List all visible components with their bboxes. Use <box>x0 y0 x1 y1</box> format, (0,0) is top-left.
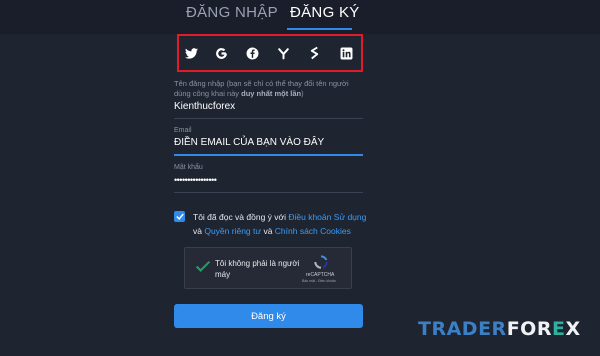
recaptcha-brand: reCAPTCHA <box>306 272 335 278</box>
help-text-suffix: ) <box>301 89 304 98</box>
auth-tabs-header: ĐĂNG NHẬP ĐĂNG KÝ <box>0 0 600 34</box>
facebook-icon[interactable] <box>244 45 260 61</box>
watermark-part-4: X <box>565 318 581 340</box>
email-field[interactable]: ĐIỀN EMAIL CỦA BẠN VÀO ĐÂY <box>174 137 324 148</box>
terms-of-use-link[interactable]: Điều khoản Sử dụng <box>288 212 366 222</box>
terms-text-2: và <box>193 226 205 236</box>
recaptcha-terms[interactable]: Bảo mật - Điều khoản <box>302 279 336 283</box>
traderforex-watermark: TRADERFOREX <box>418 318 581 340</box>
password-field[interactable]: •••••••••••••••• <box>174 175 217 185</box>
terms-text-1: Tôi đã đọc và đồng ý với <box>193 212 289 222</box>
captcha-label: Tôi không phải là người máy <box>215 259 300 279</box>
password-label: Mật khẩu <box>174 164 203 171</box>
username-underline <box>174 118 363 119</box>
tab-register[interactable]: ĐĂNG KÝ <box>290 4 360 21</box>
watermark-part-1: TRADER <box>418 318 507 340</box>
username-help-text: Tên đăng nhập (bạn sẽ chỉ có thể thay đổ… <box>174 79 364 99</box>
email-underline <box>174 154 363 156</box>
watermark-part-2: FOR <box>506 318 552 340</box>
recaptcha-widget: Tôi không phải là người máy reCAPTCHA Bả… <box>184 247 352 289</box>
username-field[interactable]: Kienthucforex <box>174 101 235 112</box>
email-label: Email <box>174 127 192 134</box>
terms-agreement: Tôi đã đọc và đồng ý với Điều khoản Sử d… <box>193 210 368 238</box>
watermark-part-3: E <box>551 318 566 340</box>
help-text-bold: duy nhất một lần <box>241 89 302 98</box>
linkedin-icon[interactable] <box>338 45 354 61</box>
checkmark-icon <box>175 213 184 220</box>
google-icon[interactable] <box>213 45 229 61</box>
recaptcha-logo-icon <box>313 254 329 270</box>
terms-checkbox[interactable] <box>174 211 185 222</box>
tab-login[interactable]: ĐĂNG NHẬP <box>186 4 278 21</box>
captcha-checkmark-icon[interactable] <box>195 260 211 278</box>
active-tab-indicator <box>287 28 352 30</box>
register-button[interactable]: Đăng ký <box>174 304 363 328</box>
stocktwits-icon[interactable] <box>306 45 322 61</box>
terms-text-3: và <box>261 226 275 236</box>
yahoo-icon[interactable] <box>275 45 291 61</box>
password-underline <box>174 192 363 193</box>
social-login-highlight-box <box>177 34 363 72</box>
privacy-link[interactable]: Quyền riêng tư <box>204 226 261 236</box>
twitter-icon[interactable] <box>183 45 199 61</box>
cookies-policy-link[interactable]: Chính sách Cookies <box>275 226 351 236</box>
